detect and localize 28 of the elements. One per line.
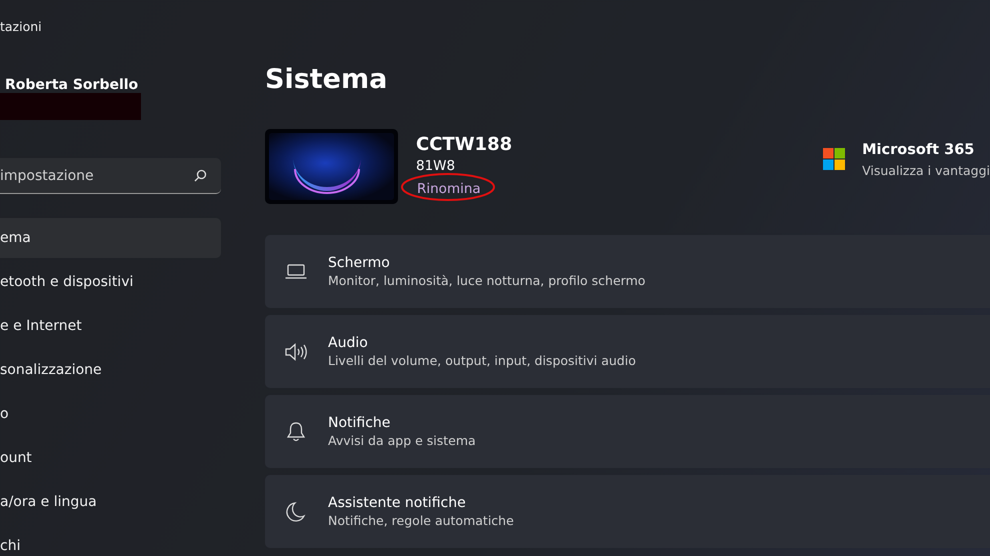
settings-card[interactable]: Audio Livelli del volume, output, input, dispositivi audio xyxy=(265,315,990,388)
promo-link[interactable]: Visualizza i vantaggi xyxy=(862,163,990,178)
setting-description: Notifiche, regole automatiche xyxy=(328,513,514,528)
nav-item[interactable]: ema xyxy=(0,218,221,258)
device-name: CCTW188 xyxy=(416,134,512,155)
setting-title: Audio xyxy=(328,335,369,351)
settings-card[interactable]: Schermo Monitor, luminosità, luce notturna, profilo schermo xyxy=(265,235,990,308)
setting-title: Assistente notifiche xyxy=(328,495,467,511)
nav-item[interactable]: sonalizzazione xyxy=(0,350,221,390)
promo-title: Microsoft 365 xyxy=(862,142,976,158)
setting-description: Monitor, luminosità, luce notturna, profilo schermo xyxy=(328,273,646,288)
settings-card[interactable]: Assistente notifiche Notifiche, regole automatiche xyxy=(265,475,990,548)
nav-item[interactable]: o xyxy=(0,394,221,434)
nav-item[interactable]: a/ora e lingua xyxy=(0,482,221,522)
setting-description: Avvisi da app e sistema xyxy=(328,433,476,448)
setting-title: Notifiche xyxy=(328,415,392,431)
window-title: tazioni xyxy=(0,19,43,34)
device-model: 81W8 xyxy=(416,158,456,174)
search-field[interactable]: impostazione xyxy=(0,158,221,194)
nav-item[interactable]: e e Internet xyxy=(0,306,221,346)
page-title: Sistema xyxy=(265,64,388,95)
nav-item[interactable]: ount xyxy=(0,438,221,478)
settings-card[interactable]: Notifiche Avvisi da app e sistema xyxy=(265,395,990,468)
nav-item[interactable]: chi xyxy=(0,526,221,556)
nav-item[interactable]: etooth e dispositivi xyxy=(0,262,221,302)
setting-description: Livelli del volume, output, input, dispositivi audio xyxy=(328,353,636,368)
setting-title: Schermo xyxy=(328,255,391,271)
user-name: Roberta Sorbello xyxy=(4,77,140,93)
